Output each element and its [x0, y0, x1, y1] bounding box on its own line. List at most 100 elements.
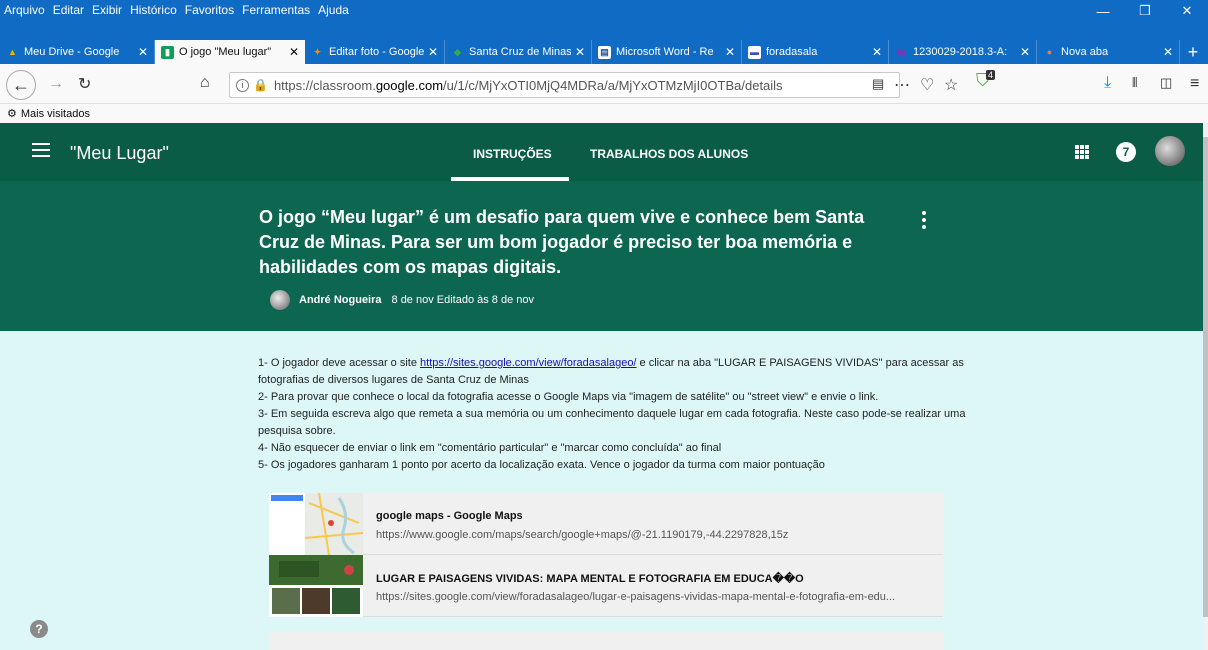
tab-label: Nova aba [1061, 46, 1109, 58]
hamburger-menu-icon[interactable]: ≡ [1190, 75, 1199, 93]
close-window-button[interactable]: ✕ [1166, 0, 1208, 22]
pocket-icon[interactable]: ♡ [920, 75, 934, 95]
assignment-meta: André Nogueira 8 de nov Editado às 8 de … [270, 290, 534, 310]
menu-icon[interactable] [32, 143, 50, 157]
tab-santa-cruz[interactable]: ◆ Santa Cruz de Minas ✕ [445, 40, 592, 64]
sites-icon: ▬ [748, 45, 761, 59]
shield-extension-icon[interactable]: ⛉ 4 [976, 70, 996, 91]
info-icon[interactable]: i [236, 78, 249, 92]
close-tab-icon[interactable]: ✕ [1163, 45, 1173, 59]
menu-arquivo[interactable]: Arquivo [4, 3, 45, 17]
classroom-header: "Meu Lugar" INSTRUÇÕES TRABALHOS DOS ALU… [0, 123, 1203, 181]
bookmark-mais-visitados[interactable]: Mais visitados [21, 108, 90, 120]
avatar[interactable] [1155, 136, 1185, 166]
page-actions-icon[interactable]: ⋯ [894, 75, 910, 95]
menu-list: Arquivo Editar Exibir Histórico Favorito… [4, 3, 349, 17]
menu-editar[interactable]: Editar [53, 3, 84, 17]
tab-foradasala[interactable]: ▬ foradasala ✕ [742, 40, 889, 64]
extension-badge: 4 [986, 70, 996, 80]
word-icon: ▤ [598, 45, 611, 59]
new-tab-button[interactable]: + [1180, 40, 1206, 64]
classroom-icon: ▮ [161, 45, 174, 59]
sidebar-icon[interactable]: ◫ [1160, 75, 1172, 91]
attachment-google-maps[interactable]: google maps - Google Maps https://www.go… [269, 493, 943, 555]
url-text[interactable]: https://classroom.google.com/u/1/c/MjYxO… [274, 78, 783, 93]
navigation-toolbar: ← → ↻ ⌂ i 🔒 https://classroom.google.com… [0, 64, 1208, 104]
forward-button[interactable]: → [48, 75, 64, 93]
menu-ajuda[interactable]: Ajuda [318, 3, 349, 17]
menu-exibir[interactable]: Exibir [92, 3, 122, 17]
instruction-2: 2- Para provar que conhece o local da fo… [258, 391, 879, 403]
bookmarks-toolbar: ⚙ Mais visitados [0, 104, 1208, 123]
instruction-4: 4- Não esquecer de enviar o link em "com… [258, 442, 722, 454]
close-tab-icon[interactable]: ✕ [138, 45, 148, 59]
map-thumbnail [269, 493, 363, 555]
tab-label: O jogo "Meu lugar" [179, 46, 272, 58]
tab-1230029[interactable]: ▥ 1230029-2018.3-A: ✕ [889, 40, 1037, 64]
instruction-3: 3- Em seguida escreva algo que remeta a … [258, 408, 966, 437]
instruction-5: 5- Os jogadores ganharam 1 ponto por ace… [258, 459, 825, 471]
author-avatar [270, 290, 290, 310]
attachment-title[interactable]: google maps - Google Maps [376, 510, 523, 522]
browser-menubar: Arquivo Editar Exibir Histórico Favorito… [0, 0, 1208, 40]
close-tab-icon[interactable]: ✕ [428, 45, 438, 59]
home-button[interactable]: ⌂ [200, 74, 210, 92]
downloads-icon[interactable]: ⤓ [1104, 74, 1111, 92]
library-icon[interactable]: ⫴ [1132, 75, 1137, 91]
scrollbar[interactable] [1203, 123, 1208, 650]
lock-icon[interactable]: 🔒 [253, 78, 268, 92]
address-bar[interactable]: i 🔒 https://classroom.google.com/u/1/c/M… [229, 72, 900, 98]
reader-view-icon[interactable]: ▤ [872, 76, 884, 92]
assignment-date: 8 de nov Editado às 8 de nov [391, 294, 535, 306]
close-tab-icon[interactable]: ✕ [872, 45, 882, 59]
instruction-1: 1- O jogador deve acessar o site https:/… [258, 357, 964, 386]
assignment-instructions: 1- O jogador deve acessar o site https:/… [258, 355, 978, 474]
maps-icon: ◆ [454, 46, 461, 57]
assignment-title: O jogo “Meu lugar” é um desafio para que… [259, 207, 865, 277]
tab-microsoft-word[interactable]: ▤ Microsoft Word - Re ✕ [592, 40, 742, 64]
attachment-title[interactable]: LUGAR E PAISAGENS VIVIDAS: MAPA MENTAL E… [376, 572, 804, 585]
gear-icon: ⚙ [7, 108, 17, 120]
tab-jogo-meu-lugar[interactable]: ▮ O jogo "Meu lugar" ✕ [155, 40, 305, 64]
site-thumbnail [269, 555, 363, 617]
menu-ferramentas[interactable]: Ferramentas [242, 3, 310, 17]
menu-historico[interactable]: Histórico [130, 3, 177, 17]
bookmark-star-icon[interactable]: ☆ [944, 75, 958, 95]
window-controls: — ❐ ✕ [1082, 0, 1208, 22]
tab-nova-aba[interactable]: ● Nova aba ✕ [1037, 40, 1180, 64]
tab-instructions[interactable]: INSTRUÇÕES [473, 147, 552, 161]
close-tab-icon[interactable]: ✕ [289, 45, 299, 59]
firefox-icon: ● [1046, 47, 1053, 57]
attachment-lugar-paisagens[interactable]: LUGAR E PAISAGENS VIVIDAS: MAPA MENTAL E… [269, 555, 943, 617]
reload-button[interactable]: ↻ [78, 74, 91, 94]
tab-label: Microsoft Word - Re [616, 46, 714, 58]
back-button[interactable]: ← [6, 70, 36, 100]
tab-label: Editar foto - Google [329, 46, 424, 58]
tab-meu-drive[interactable]: ▲ Meu Drive - Google ✕ [0, 40, 155, 64]
site-link[interactable]: https://sites.google.com/view/foradasala… [420, 357, 636, 369]
attachment-url[interactable]: https://sites.google.com/view/foradasala… [376, 591, 895, 603]
tab-editar-foto[interactable]: ✦ Editar foto - Google ✕ [305, 40, 445, 64]
menu-favoritos[interactable]: Favoritos [185, 3, 234, 17]
comments-card [269, 632, 943, 650]
tab-strip: ▲ Meu Drive - Google ✕ ▮ O jogo "Meu lug… [0, 40, 1208, 64]
attachment-url[interactable]: https://www.google.com/maps/search/googl… [376, 529, 788, 541]
document-icon: ▥ [897, 46, 906, 57]
class-title[interactable]: "Meu Lugar" [70, 143, 169, 164]
tab-label: Santa Cruz de Minas [469, 46, 571, 58]
notification-count[interactable]: 7 [1116, 142, 1136, 162]
tab-label: Meu Drive - Google [24, 46, 120, 58]
help-icon[interactable]: ? [30, 620, 48, 638]
assignment-header: O jogo “Meu lugar” é um desafio para que… [0, 181, 1203, 331]
minimize-button[interactable]: — [1082, 0, 1124, 22]
tab-student-work[interactable]: TRABALHOS DOS ALUNOS [590, 147, 748, 161]
more-options-icon[interactable] [922, 211, 926, 232]
tab-label: foradasala [766, 46, 818, 58]
drive-icon: ▲ [8, 47, 17, 57]
close-tab-icon[interactable]: ✕ [725, 45, 735, 59]
photo-editor-icon: ✦ [313, 46, 322, 57]
apps-grid-icon[interactable] [1075, 145, 1089, 159]
restore-button[interactable]: ❐ [1124, 0, 1166, 22]
close-tab-icon[interactable]: ✕ [1020, 45, 1030, 59]
close-tab-icon[interactable]: ✕ [575, 45, 585, 59]
